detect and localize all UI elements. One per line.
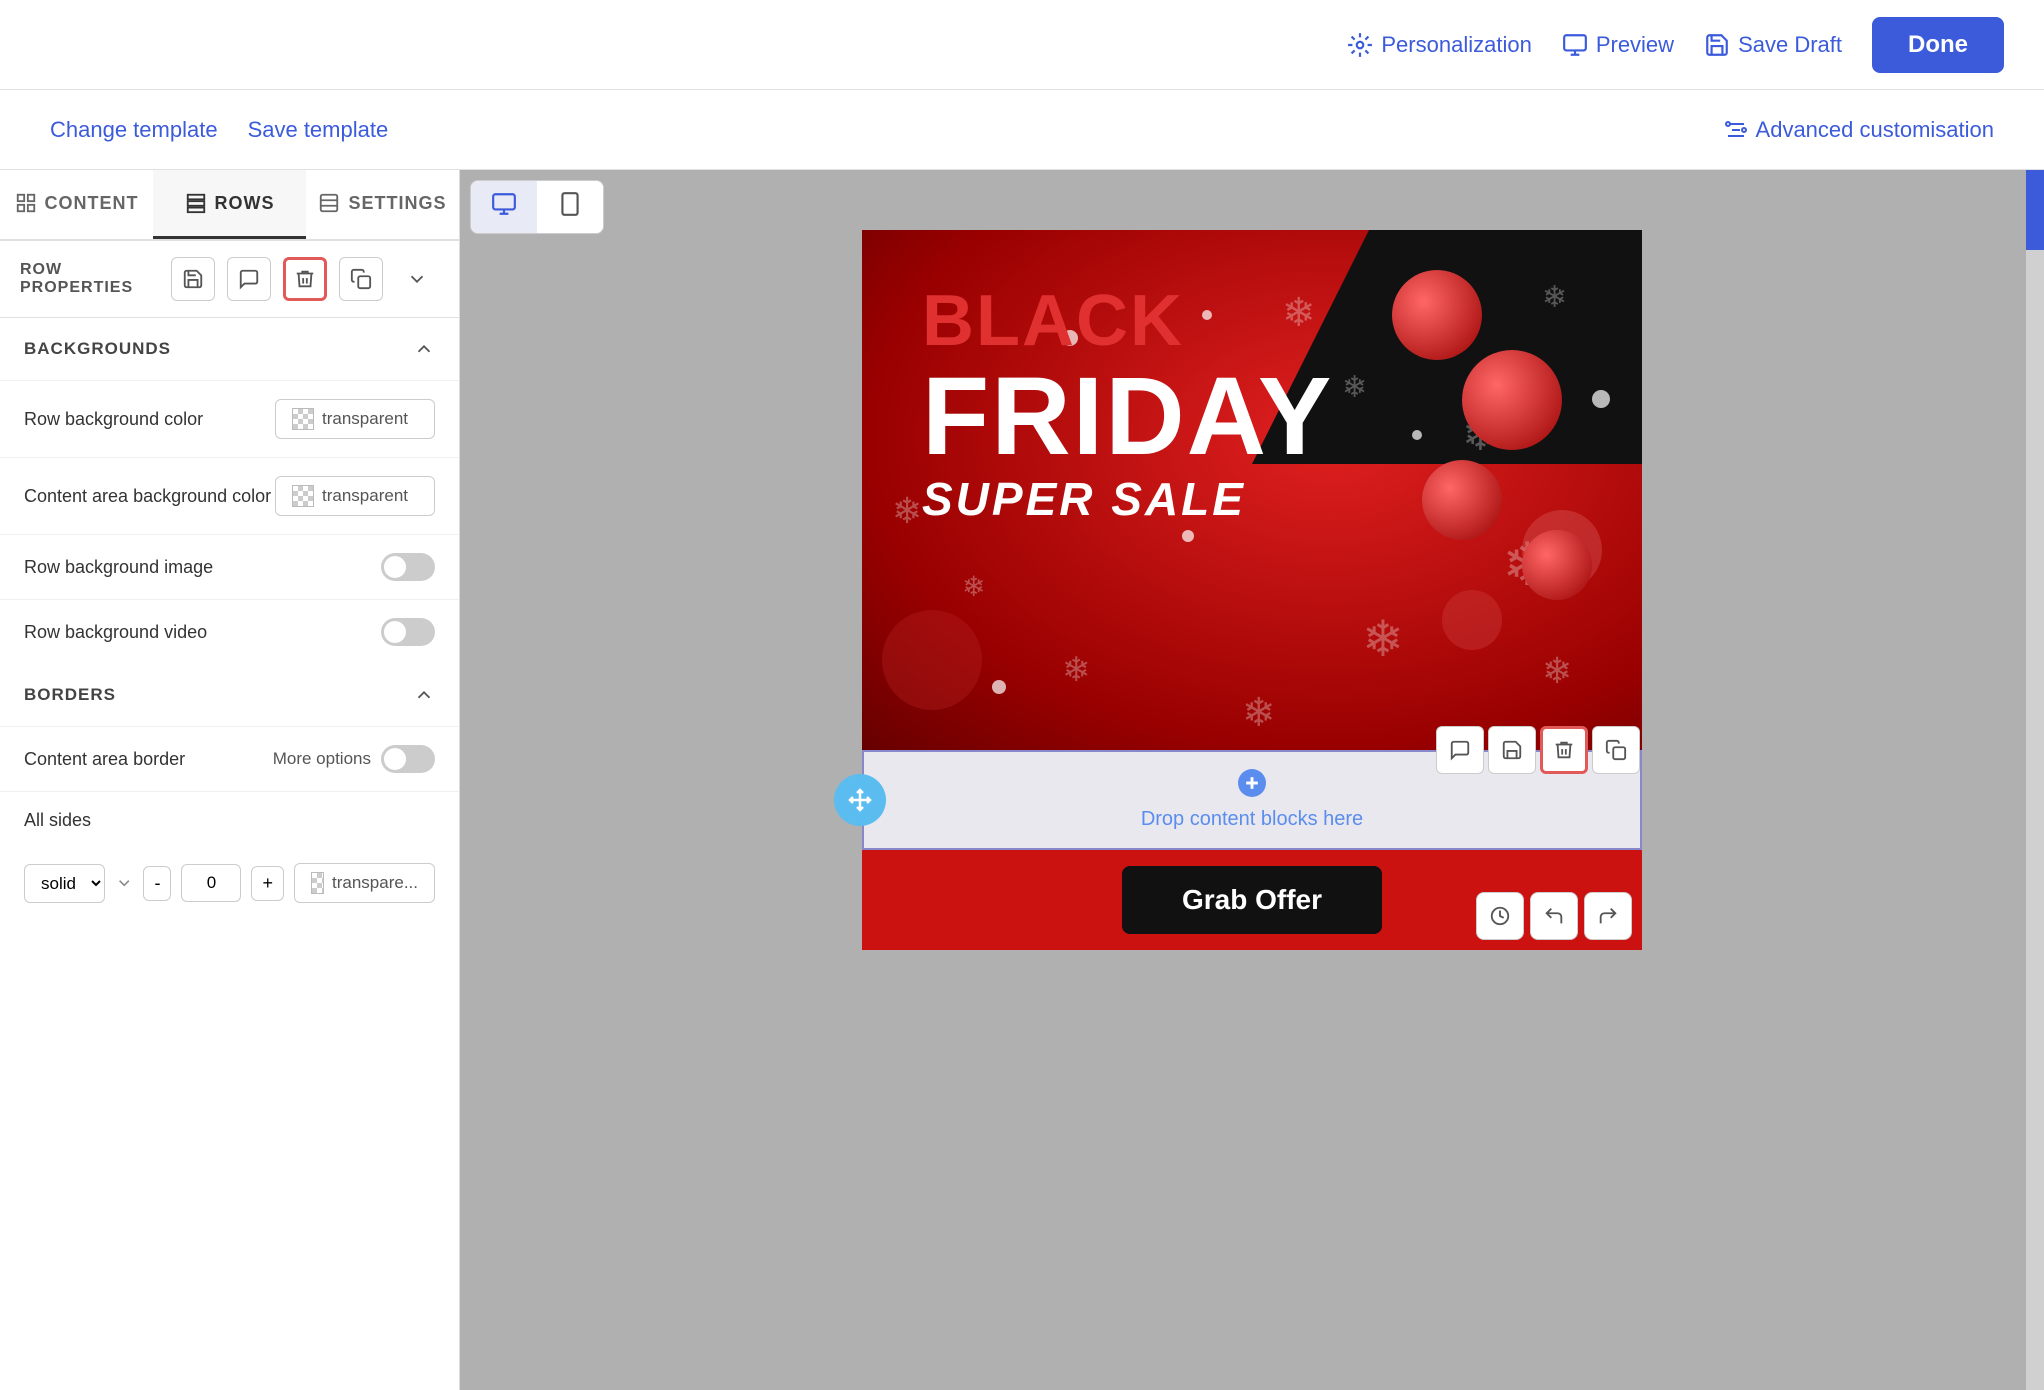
- done-button[interactable]: Done: [1872, 17, 2004, 73]
- template-links: Change template Save template: [50, 117, 388, 143]
- scrollbar-thumb[interactable]: [2026, 170, 2044, 250]
- mobile-view-button[interactable]: [537, 181, 603, 233]
- history-button[interactable]: [1476, 892, 1524, 940]
- content-area-background-color-swatch: [292, 485, 314, 507]
- border-color-button[interactable]: transpare...: [294, 863, 435, 903]
- tab-rows-label: ROWS: [215, 193, 275, 214]
- dropzone-delete-button[interactable]: [1540, 726, 1588, 774]
- dropzone-text-label: Drop content blocks here: [1141, 808, 1363, 830]
- undo-button[interactable]: [1530, 892, 1578, 940]
- move-row-button[interactable]: [834, 774, 886, 826]
- device-switcher: [470, 180, 604, 234]
- right-area: ❄ ❄ ❄ ❄ ❄ ❄ ❄ ❄ ❄ ❄ ❄: [460, 170, 2044, 1390]
- history-controls: [1476, 892, 1632, 940]
- hero-text-block: BLACK FRIDAY SUPER SALE: [922, 280, 1333, 526]
- chevron-down-icon: [115, 873, 133, 893]
- row-background-color-swatch: [292, 408, 314, 430]
- tab-rows[interactable]: ROWS: [153, 170, 306, 239]
- all-sides-label-row: All sides: [0, 791, 459, 849]
- row-background-video-label: Row background video: [24, 622, 207, 643]
- row-expand-button[interactable]: [395, 257, 439, 301]
- dropzone-row: Drop content blocks here: [862, 750, 1642, 850]
- border-color-value: transpare...: [332, 873, 418, 893]
- main-area: CONTENT ROWS SETTINGS ROW PROPERTIES: [0, 170, 2044, 1390]
- tab-content-label: CONTENT: [45, 193, 139, 214]
- dropzone-comment-button[interactable]: [1436, 726, 1484, 774]
- row-background-image-row: Row background image: [0, 534, 459, 599]
- grab-offer-button[interactable]: Grab Offer: [1122, 866, 1382, 934]
- content-area-background-color-button[interactable]: transparent: [275, 476, 435, 516]
- save-draft-label: Save Draft: [1738, 32, 1842, 58]
- borders-section-header[interactable]: BORDERS: [0, 664, 459, 726]
- preview-label: Preview: [1596, 32, 1674, 58]
- comment-row-button[interactable]: [227, 257, 271, 301]
- border-width-increase-button[interactable]: +: [251, 866, 284, 901]
- content-area-border-row: Content area border More options: [0, 726, 459, 791]
- row-background-color-value: transparent: [322, 409, 408, 429]
- content-area-background-color-value: transparent: [322, 486, 408, 506]
- personalization-button[interactable]: Personalization: [1347, 32, 1531, 58]
- top-bar: Personalization Preview Save Draft Done: [0, 0, 2044, 90]
- backgrounds-label: BACKGROUNDS: [24, 339, 171, 359]
- grab-offer-row: Grab Offer: [862, 850, 1642, 950]
- dropzone-duplicate-button[interactable]: [1592, 726, 1640, 774]
- row-properties-bar: ROW PROPERTIES: [0, 241, 459, 318]
- dropzone-content[interactable]: Drop content blocks here: [1141, 769, 1363, 831]
- email-canvas: ❄ ❄ ❄ ❄ ❄ ❄ ❄ ❄ ❄ ❄ ❄: [862, 230, 1642, 950]
- borders-label: BORDERS: [24, 685, 116, 705]
- row-background-color-button[interactable]: transparent: [275, 399, 435, 439]
- row-background-color-label: Row background color: [24, 409, 203, 430]
- hero-friday-label: FRIDAY: [922, 362, 1333, 472]
- desktop-view-button[interactable]: [471, 181, 537, 233]
- advanced-customisation-link[interactable]: Advanced customisation: [1724, 117, 1994, 143]
- more-options-label: More options: [273, 749, 371, 769]
- backgrounds-section: BACKGROUNDS Row background color transpa…: [0, 318, 459, 664]
- preview-button[interactable]: Preview: [1562, 32, 1674, 58]
- borders-section: BORDERS Content area border More options…: [0, 664, 459, 917]
- content-area-border-label: Content area border: [24, 749, 185, 770]
- row-background-video-row: Row background video: [0, 599, 459, 664]
- dropzone-toolbar: [1436, 726, 1640, 774]
- delete-row-button[interactable]: [283, 257, 327, 301]
- template-bar: Change template Save template Advanced c…: [0, 90, 2044, 170]
- dropzone-save-button[interactable]: [1488, 726, 1536, 774]
- content-area-background-color-row: Content area background color transparen…: [0, 457, 459, 534]
- advanced-customisation-label: Advanced customisation: [1756, 117, 1994, 143]
- row-background-image-toggle[interactable]: [381, 553, 435, 581]
- border-color-swatch: [311, 872, 324, 894]
- border-style-select[interactable]: solid: [24, 864, 105, 903]
- save-draft-button[interactable]: Save Draft: [1704, 32, 1842, 58]
- tabs-bar: CONTENT ROWS SETTINGS: [0, 170, 459, 241]
- row-background-video-toggle[interactable]: [381, 618, 435, 646]
- row-properties-label: ROW PROPERTIES: [20, 261, 159, 297]
- dropzone-plus-icon: [1141, 769, 1363, 804]
- row-background-image-label: Row background image: [24, 557, 213, 578]
- left-panel: CONTENT ROWS SETTINGS ROW PROPERTIES: [0, 170, 460, 1390]
- hero-black-label: BLACK: [922, 280, 1333, 362]
- border-controls-row: solid - + transpare...: [0, 849, 459, 917]
- content-area-background-color-label: Content area background color: [24, 486, 271, 507]
- tab-content[interactable]: CONTENT: [0, 170, 153, 239]
- hero-image-block: ❄ ❄ ❄ ❄ ❄ ❄ ❄ ❄ ❄ ❄ ❄: [862, 230, 1642, 750]
- all-sides-label: All sides: [24, 810, 91, 831]
- save-row-button[interactable]: [171, 257, 215, 301]
- save-template-link[interactable]: Save template: [248, 117, 389, 143]
- change-template-link[interactable]: Change template: [50, 117, 218, 143]
- content-area-border-toggle[interactable]: [381, 745, 435, 773]
- backgrounds-section-header[interactable]: BACKGROUNDS: [0, 318, 459, 380]
- scrollbar[interactable]: [2026, 170, 2044, 1390]
- personalization-label: Personalization: [1381, 32, 1531, 58]
- border-width-decrease-button[interactable]: -: [143, 866, 171, 901]
- row-background-color-row: Row background color transparent: [0, 380, 459, 457]
- hero-super-sale-label: SUPER SALE: [922, 472, 1333, 526]
- tab-settings[interactable]: SETTINGS: [306, 170, 459, 239]
- border-width-input[interactable]: [181, 864, 241, 902]
- tab-settings-label: SETTINGS: [348, 193, 446, 214]
- panel-content: BACKGROUNDS Row background color transpa…: [0, 318, 459, 1390]
- redo-button[interactable]: [1584, 892, 1632, 940]
- duplicate-row-button[interactable]: [339, 257, 383, 301]
